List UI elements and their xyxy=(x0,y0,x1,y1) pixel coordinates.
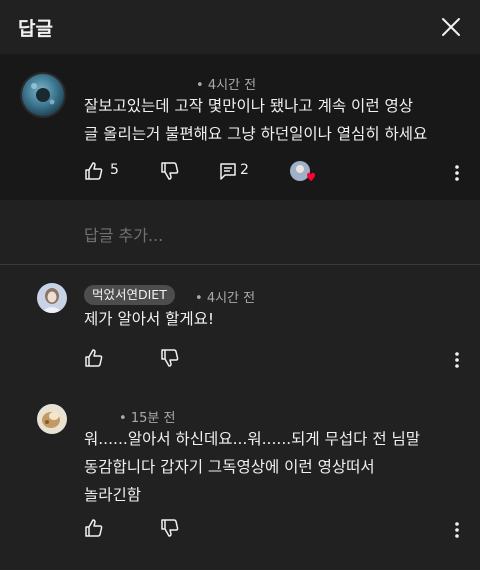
dislike-button[interactable] xyxy=(160,348,180,368)
comment-meta: • 4시간 전 xyxy=(196,78,257,93)
more-vert-icon xyxy=(455,522,459,538)
reply-avatar[interactable] xyxy=(37,404,67,434)
reply-line: 놀라긴함 xyxy=(84,486,142,504)
close-icon xyxy=(442,18,460,36)
thumbs-up-icon xyxy=(85,349,103,367)
commenter-avatar[interactable] xyxy=(20,72,66,118)
comment-line: 글 올리는거 불편해요 그냥 하던일이나 열심히 하세요 xyxy=(84,125,428,143)
more-options-button[interactable] xyxy=(454,351,460,369)
thumbs-down-icon xyxy=(161,519,179,537)
reply-panel-header: 답글 xyxy=(0,0,480,54)
comment-actions: 5 2 xyxy=(84,161,474,185)
creator-heart-badge xyxy=(290,161,318,185)
reply-count: 2 xyxy=(240,162,249,178)
more-vert-icon xyxy=(455,165,459,181)
thumbs-up-icon xyxy=(85,519,103,537)
panel-title: 답글 xyxy=(18,17,53,40)
heart-icon xyxy=(290,161,315,181)
divider xyxy=(0,264,480,265)
reply-actions xyxy=(84,348,474,372)
add-reply-input[interactable]: 답글 추가... xyxy=(84,222,163,246)
comment-line: 잘보고있는데 고작 몇만이나 됐나고 계속 이런 영상 xyxy=(84,97,414,115)
more-vert-icon xyxy=(455,352,459,368)
close-button[interactable] xyxy=(438,14,464,40)
dislike-button[interactable] xyxy=(160,518,180,538)
like-button[interactable] xyxy=(84,518,104,538)
reply-line: 동감합니다 갑자기 그독영상에 이런 영상떠서 xyxy=(84,458,375,476)
comment-body: 잘보고있는데 고작 몇만이나 됐나고 계속 이런 영상 글 올리는거 불편해요 … xyxy=(84,92,427,148)
comment-icon xyxy=(220,163,236,180)
author-channel-chip[interactable]: 먹었서연DIET xyxy=(84,285,175,305)
like-count: 5 xyxy=(110,162,119,178)
reply-avatar[interactable] xyxy=(37,283,67,313)
reply-button[interactable] xyxy=(218,161,238,181)
reply-body: 워......알아서 하신데요...워......되게 무섭다 전 님말 동감합… xyxy=(84,425,420,509)
more-options-button[interactable] xyxy=(454,164,460,182)
comment-time[interactable]: 4시간 전 xyxy=(208,78,256,93)
reply-line: 제가 알아서 할게요! xyxy=(84,310,215,328)
reply-time[interactable]: 15분 전 xyxy=(131,411,176,426)
dislike-button[interactable] xyxy=(160,161,180,181)
like-button[interactable] xyxy=(84,348,104,368)
thumbs-up-icon xyxy=(85,162,103,180)
reply-time[interactable]: 4시간 전 xyxy=(207,291,255,306)
like-button[interactable] xyxy=(84,161,104,181)
reply-line: 워......알아서 하신데요...워......되게 무섭다 전 님말 xyxy=(84,430,421,448)
thumbs-down-icon xyxy=(161,349,179,367)
more-options-button[interactable] xyxy=(454,521,460,539)
thumbs-down-icon xyxy=(161,162,179,180)
reply-meta: • 15분 전 xyxy=(119,411,176,426)
main-comment: • 4시간 전 잘보고있는데 고작 몇만이나 됐나고 계속 이런 영상 글 올리… xyxy=(0,54,480,200)
reply-actions xyxy=(84,518,474,542)
reply-meta: • 4시간 전 xyxy=(195,291,256,306)
reply-body: 제가 알아서 할게요! xyxy=(84,305,214,333)
